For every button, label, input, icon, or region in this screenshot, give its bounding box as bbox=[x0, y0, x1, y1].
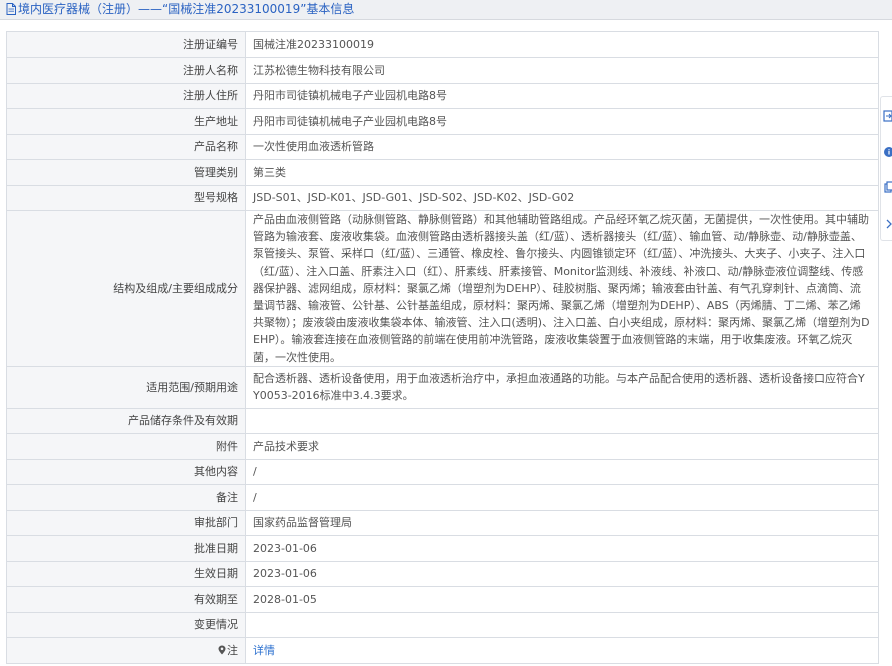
row-label: 生效日期 bbox=[6, 560, 246, 588]
table-row: 其他内容 / bbox=[6, 458, 879, 486]
row-value: 2028-01-05 bbox=[245, 586, 879, 613]
table-row: 产品名称 一次性使用血液透析管路 bbox=[6, 133, 879, 160]
table-row: 有效期至 2028-01-05 bbox=[6, 586, 879, 613]
info-table: 注册证编号 国械注准20233100019 注册人名称 江苏松德生物科技有限公司… bbox=[6, 31, 879, 664]
export-icon[interactable] bbox=[883, 109, 892, 123]
row-label: 附件 bbox=[6, 433, 246, 460]
row-value: 产品技术要求 bbox=[245, 433, 879, 460]
table-row-note: 注 详情 bbox=[6, 637, 879, 664]
row-value: 国械注准20233100019 bbox=[245, 31, 879, 58]
table-row: 注册人住所 丹阳市司徒镇机械电子产业园机电路8号 bbox=[6, 82, 879, 109]
row-value: 国家药品监督管理局 bbox=[245, 509, 879, 537]
row-value: / bbox=[245, 458, 879, 486]
row-value bbox=[245, 611, 879, 639]
table-row: 批准日期 2023-01-06 bbox=[6, 535, 879, 562]
row-label: 注册人名称 bbox=[6, 57, 246, 84]
row-label: 批准日期 bbox=[6, 535, 246, 562]
row-value: 配合透析器、透析设备使用，用于血液透析治疗中，承担血液通路的功能。与本产品配合使… bbox=[245, 365, 879, 409]
row-value: 丹阳市司徒镇机械电子产业园机电路8号 bbox=[245, 82, 879, 109]
row-label: 适用范围/预期用途 bbox=[6, 365, 246, 409]
copy-icon[interactable] bbox=[883, 181, 892, 195]
row-label: 注册人住所 bbox=[6, 82, 246, 109]
row-value: 产品由血液侧管路（动脉侧管路、静脉侧管路）和其他辅助管路组成。产品经环氧乙烷灭菌… bbox=[245, 210, 879, 367]
row-value: JSD-S01、JSD-K01、JSD-G01、JSD-S02、JSD-K02、… bbox=[245, 184, 879, 211]
row-label: 备注 bbox=[6, 484, 246, 511]
table-row: 注册人名称 江苏松德生物科技有限公司 bbox=[6, 57, 879, 84]
table-row: 审批部门 国家药品监督管理局 bbox=[6, 509, 879, 537]
row-label: 审批部门 bbox=[6, 509, 246, 537]
row-label: 变更情况 bbox=[6, 611, 246, 639]
table-row: 产品储存条件及有效期 bbox=[6, 407, 879, 435]
table-row: 生产地址 丹阳市司徒镇机械电子产业园机电路8号 bbox=[6, 108, 879, 135]
table-row: 注册证编号 国械注准20233100019 bbox=[6, 31, 879, 58]
table-row: 备注 / bbox=[6, 484, 879, 511]
row-value bbox=[245, 407, 879, 435]
row-label: 型号规格 bbox=[6, 184, 246, 211]
page-title: 境内医疗器械（注册）——“国械注准20233100019”基本信息 bbox=[18, 2, 355, 16]
details-link[interactable]: 详情 bbox=[253, 644, 275, 657]
row-value: 2023-01-06 bbox=[245, 535, 879, 562]
table-row: 变更情况 bbox=[6, 611, 879, 639]
row-label: 产品名称 bbox=[6, 133, 246, 160]
row-value: 2023-01-06 bbox=[245, 560, 879, 588]
table-row: 结构及组成/主要组成成分 产品由血液侧管路（动脉侧管路、静脉侧管路）和其他辅助管… bbox=[6, 210, 879, 367]
row-label: 产品储存条件及有效期 bbox=[6, 407, 246, 435]
table-row: 适用范围/预期用途 配合透析器、透析设备使用，用于血液透析治疗中，承担血液通路的… bbox=[6, 365, 879, 409]
row-value-note: 详情 bbox=[245, 637, 879, 664]
table-row: 附件 产品技术要求 bbox=[6, 433, 879, 460]
row-value: 江苏松德生物科技有限公司 bbox=[245, 57, 879, 84]
row-value: 第三类 bbox=[245, 159, 879, 186]
row-label: 管理类别 bbox=[6, 159, 246, 186]
page-header: 境内医疗器械（注册）——“国械注准20233100019”基本信息 bbox=[0, 0, 892, 20]
row-label: 有效期至 bbox=[6, 586, 246, 613]
row-label: 其他内容 bbox=[6, 458, 246, 486]
row-value: / bbox=[245, 484, 879, 511]
side-toolbar bbox=[880, 96, 892, 241]
table-row: 生效日期 2023-01-06 bbox=[6, 560, 879, 588]
row-label: 注册证编号 bbox=[6, 31, 246, 58]
info-icon[interactable] bbox=[883, 145, 892, 159]
row-value: 丹阳市司徒镇机械电子产业园机电路8号 bbox=[245, 108, 879, 135]
pin-icon bbox=[218, 645, 226, 655]
table-row: 型号规格 JSD-S01、JSD-K01、JSD-G01、JSD-S02、JSD… bbox=[6, 184, 879, 211]
document-icon bbox=[6, 3, 16, 15]
chevron-right-icon[interactable] bbox=[883, 217, 892, 231]
table-row: 管理类别 第三类 bbox=[6, 159, 879, 186]
row-label-note: 注 bbox=[6, 637, 246, 664]
row-value: 一次性使用血液透析管路 bbox=[245, 133, 879, 160]
row-label: 生产地址 bbox=[6, 108, 246, 135]
note-label: 注 bbox=[227, 643, 238, 657]
row-label: 结构及组成/主要组成成分 bbox=[6, 210, 246, 367]
